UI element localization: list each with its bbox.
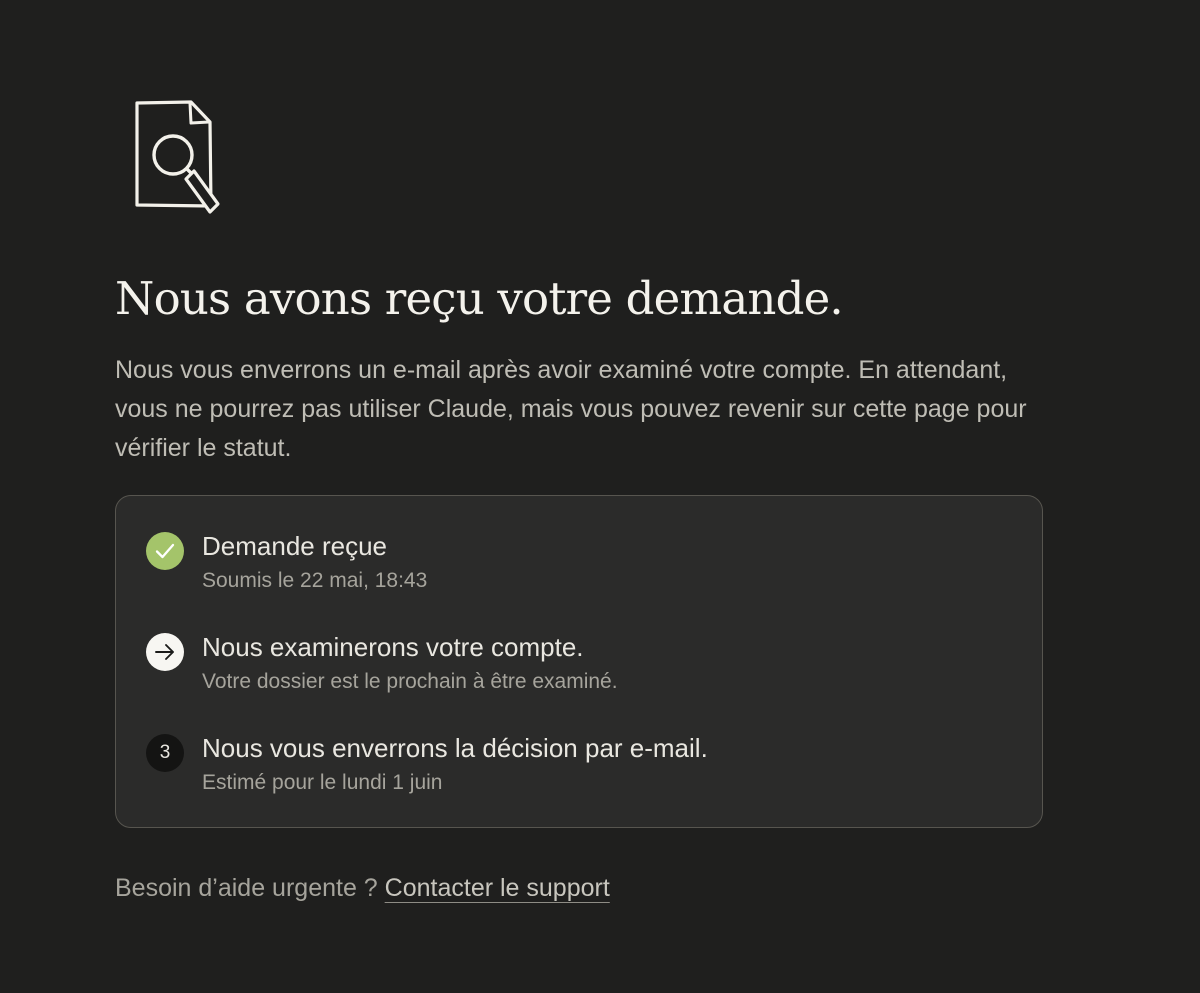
step-title: Nous examinerons votre compte. bbox=[202, 632, 584, 662]
step-number-badge: 3 bbox=[146, 734, 184, 772]
help-question: Besoin d’aide urgente ? bbox=[115, 874, 385, 902]
step-subtitle: Estimé pour le lundi 1 juin bbox=[202, 771, 443, 794]
step-subtitle: Votre dossier est le prochain à être exa… bbox=[202, 670, 618, 693]
arrow-right-icon bbox=[146, 633, 184, 671]
status-card: Demande reçue Soumis le 22 mai, 18:43 No… bbox=[115, 495, 1043, 828]
step-email-decision: 3 Nous vous enverrons la décision par e-… bbox=[146, 730, 1006, 800]
step-account-review: Nous examinerons votre compte. Votre dos… bbox=[146, 629, 1006, 699]
check-icon bbox=[146, 532, 184, 570]
contact-support-link[interactable]: Contacter le support bbox=[385, 874, 610, 902]
document-search-icon bbox=[135, 100, 220, 214]
help-line: Besoin d’aide urgente ? Contacter le sup… bbox=[115, 868, 610, 908]
step-title: Demande reçue bbox=[202, 531, 387, 561]
step-request-received: Demande reçue Soumis le 22 mai, 18:43 bbox=[146, 528, 1006, 598]
page-title: Nous avons reçu votre demande. bbox=[115, 272, 844, 325]
step-subtitle: Soumis le 22 mai, 18:43 bbox=[202, 569, 428, 592]
step-title: Nous vous enverrons la décision par e-ma… bbox=[202, 733, 708, 763]
intro-text: Nous vous enverrons un e-mail après avoi… bbox=[115, 356, 1027, 462]
